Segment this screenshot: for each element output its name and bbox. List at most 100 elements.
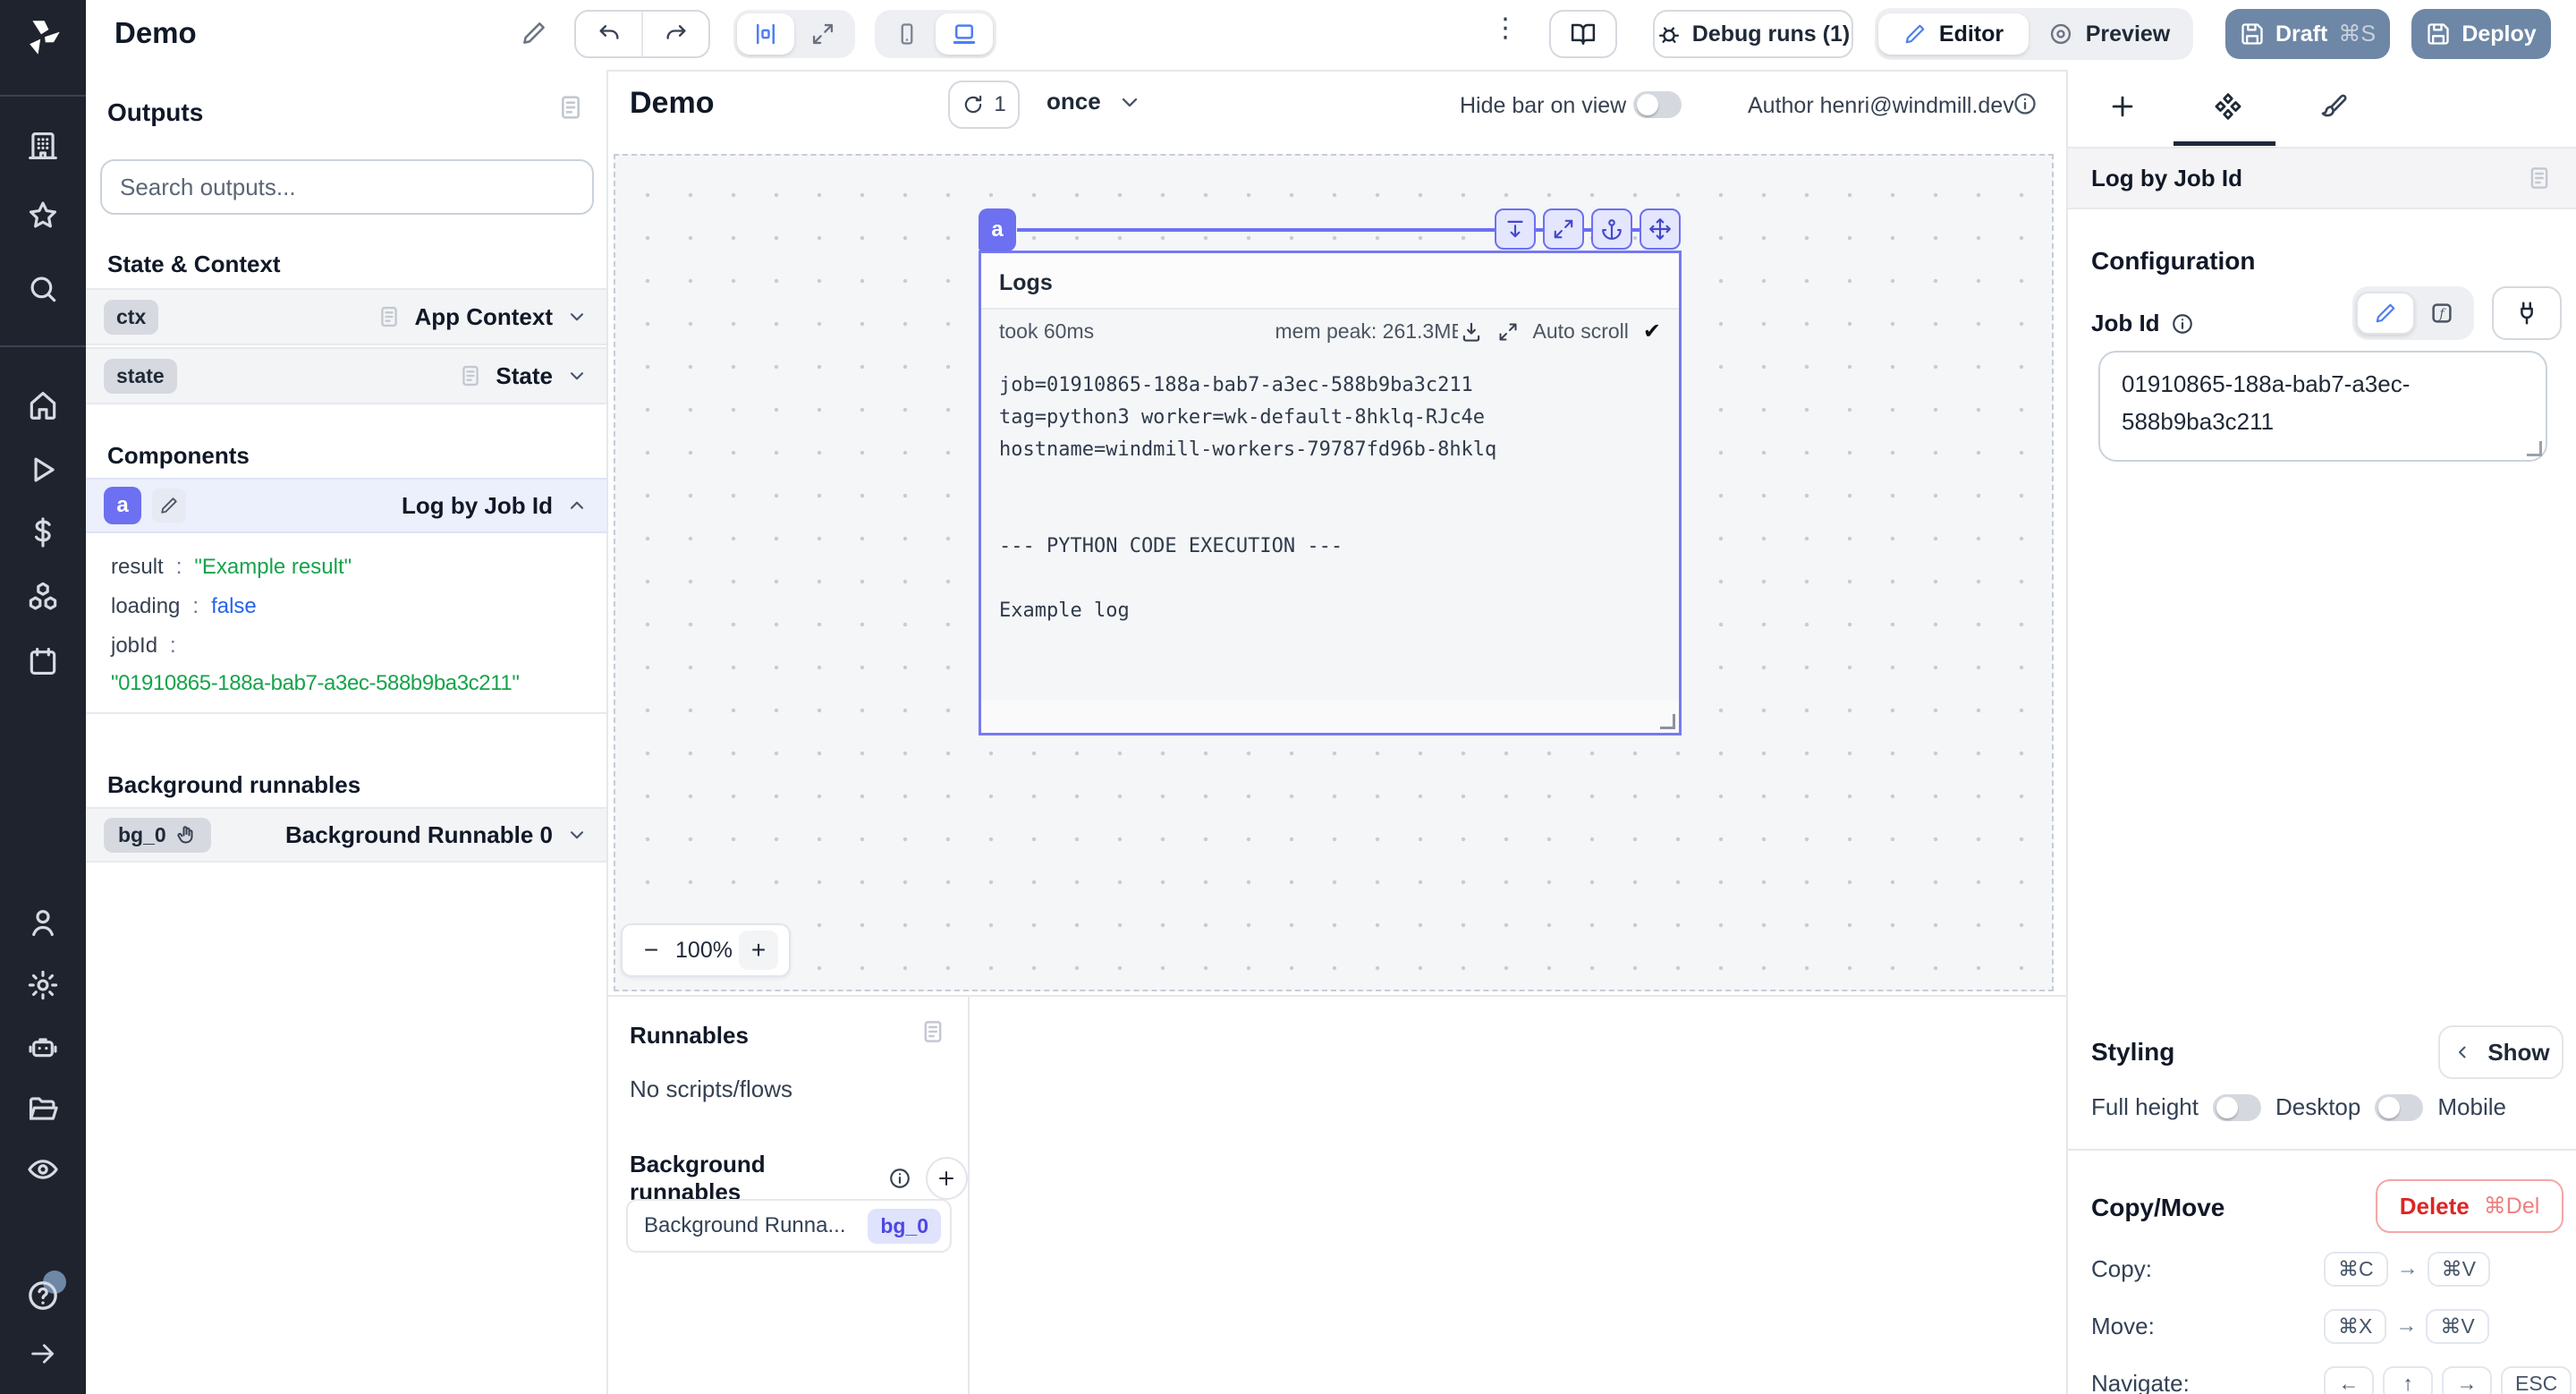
expand-logs-icon[interactable] [1497, 321, 1519, 343]
inspector-doc-icon[interactable] [2526, 165, 2553, 191]
more-menu-dots-icon[interactable]: ⋮ [1492, 13, 1519, 44]
edit-title-pencil-icon[interactable] [521, 20, 547, 47]
delete-component-button[interactable]: Delete ⌘Del [2376, 1179, 2563, 1233]
move-icon[interactable] [1640, 208, 1681, 250]
fullscreen-icon[interactable] [1543, 208, 1584, 250]
chevron-down-icon[interactable] [565, 823, 589, 846]
app-canvas[interactable]: a Logs took 60ms mem peak: 261.3MB Auto … [614, 154, 2054, 991]
add-bg-runnable-button[interactable] [926, 1157, 968, 1200]
expand-rail-icon[interactable] [0, 1339, 86, 1369]
tab-preview[interactable]: Preview [2029, 13, 2190, 55]
center-layout-icon[interactable] [737, 13, 794, 55]
full-height-label: Full height [2091, 1093, 2199, 1121]
outputs-doc-icon[interactable] [556, 93, 585, 122]
chevron-down-icon [1117, 89, 1142, 115]
desktop-toggle[interactable] [2375, 1094, 2423, 1121]
refresh-icon [962, 93, 985, 116]
bg-runnable-row[interactable]: bg_0 Background Runnable 0 [86, 807, 606, 863]
kbd-cmd-v: ⌘V [2426, 1309, 2488, 1344]
json-key[interactable]: jobId [111, 633, 157, 659]
show-styling-button[interactable]: Show [2438, 1025, 2563, 1079]
state-context-heading: State & Context [107, 251, 281, 278]
eval-input-function-icon[interactable]: f [2415, 293, 2469, 334]
deploy-button[interactable]: Deploy [2411, 9, 2551, 59]
run-mode-dropdown[interactable]: once [1046, 88, 1142, 115]
jobid-textarea[interactable]: 01910865-188a-bab7-a3ec-588b9ba3c211 [2098, 351, 2547, 462]
workspace-icon[interactable] [0, 129, 86, 163]
tab-component-settings-icon[interactable] [2213, 91, 2243, 122]
audit-eye-icon[interactable] [0, 1152, 86, 1186]
outputs-title: Outputs [107, 98, 203, 127]
anchor-icon[interactable] [1591, 208, 1632, 250]
save-floppy-icon [2426, 21, 2451, 47]
folders-icon[interactable] [0, 1092, 86, 1126]
info-icon[interactable] [2012, 91, 2038, 116]
windmill-logo[interactable] [0, 16, 86, 59]
runnables-empty-label: No scripts/flows [630, 1075, 792, 1103]
undo-icon[interactable] [576, 12, 643, 56]
draft-shortcut: ⌘S [2338, 21, 2376, 47]
zoom-in-button[interactable]: + [739, 931, 778, 970]
inspector-panel: Log by Job Id Configuration Job Id f 019… [2066, 70, 2576, 1394]
doc-icon [458, 363, 483, 388]
json-key[interactable]: result [111, 555, 164, 580]
expand-down-icon[interactable] [1495, 208, 1536, 250]
tab-insert-plus-icon[interactable] [2107, 91, 2138, 122]
fullwidth-layout-icon[interactable] [794, 13, 852, 55]
search-outputs-input[interactable] [100, 159, 594, 215]
help-icon[interactable] [0, 1278, 86, 1313]
connect-input-plug-button[interactable] [2492, 286, 2562, 340]
auto-scroll-check-icon[interactable]: ✔ [1643, 319, 1661, 344]
log-component[interactable]: a Logs took 60ms mem peak: 261.3MB Auto … [979, 251, 1682, 735]
log-output-text[interactable]: job=01910865-188a-bab7-a3ec-588b9ba3c211… [981, 352, 1679, 701]
mobile-view-icon[interactable] [878, 13, 936, 55]
download-logs-icon[interactable] [1460, 320, 1483, 344]
redo-icon[interactable] [643, 12, 708, 56]
search-icon[interactable] [0, 272, 86, 306]
desktop-view-icon[interactable] [936, 13, 993, 55]
chevron-up-icon[interactable] [565, 494, 589, 517]
hide-bar-toggle[interactable] [1633, 91, 1682, 118]
resize-handle[interactable] [2527, 441, 2542, 456]
ctx-row[interactable]: ctx App Context [86, 288, 606, 345]
component-a-row[interactable]: a Log by Job Id [86, 478, 606, 533]
zoom-out-button[interactable]: − [633, 936, 669, 965]
rename-pencil-icon[interactable] [152, 489, 186, 523]
device-mode-group [875, 10, 996, 58]
bg-runnable-item[interactable]: Background Runna... bg_0 [626, 1199, 952, 1253]
home-icon[interactable] [0, 388, 86, 422]
variables-icon[interactable] [0, 515, 86, 549]
json-value-jobid: "01910865-188a-bab7-a3ec-588b9ba3c211" [111, 671, 519, 696]
tab-styling-brush-icon[interactable] [2318, 91, 2347, 120]
refresh-button[interactable]: 1 [948, 81, 1020, 129]
draft-button[interactable]: Draft ⌘S [2225, 9, 2390, 59]
kbd-arrow-right: → [2442, 1366, 2492, 1394]
resize-handle[interactable] [1660, 714, 1675, 729]
runs-icon[interactable] [0, 453, 86, 487]
info-icon[interactable] [888, 1167, 911, 1190]
state-row[interactable]: state State [86, 347, 606, 404]
full-height-toggle[interactable] [2213, 1094, 2261, 1121]
save-floppy-icon [2240, 21, 2265, 47]
resources-icon[interactable] [0, 580, 86, 614]
static-input-pencil-icon[interactable] [2356, 292, 2415, 335]
tab-editor[interactable]: Editor [1878, 13, 2029, 55]
json-key[interactable]: loading [111, 594, 180, 619]
users-icon[interactable] [0, 905, 86, 939]
schedules-icon[interactable] [0, 644, 86, 678]
chevron-down-icon[interactable] [565, 364, 589, 387]
auto-scroll-label[interactable]: Auto scroll [1533, 319, 1629, 344]
favorites-icon[interactable] [0, 199, 86, 233]
chevron-down-icon[interactable] [565, 305, 589, 328]
info-icon[interactable] [2171, 312, 2194, 336]
workers-bot-icon[interactable] [0, 1031, 86, 1065]
docs-book-button[interactable] [1549, 10, 1617, 58]
debug-runs-button[interactable]: Debug runs (1) [1653, 10, 1853, 58]
settings-gear-icon[interactable] [0, 968, 86, 1002]
runnables-doc-icon[interactable] [919, 1018, 946, 1045]
move-row-label: Move: [2091, 1313, 2155, 1340]
bg-runnable-item-badge: bg_0 [868, 1209, 941, 1244]
refresh-count: 1 [994, 92, 1005, 117]
component-selection-badge[interactable]: a [979, 208, 1016, 251]
pointer-hand-icon [175, 824, 197, 846]
